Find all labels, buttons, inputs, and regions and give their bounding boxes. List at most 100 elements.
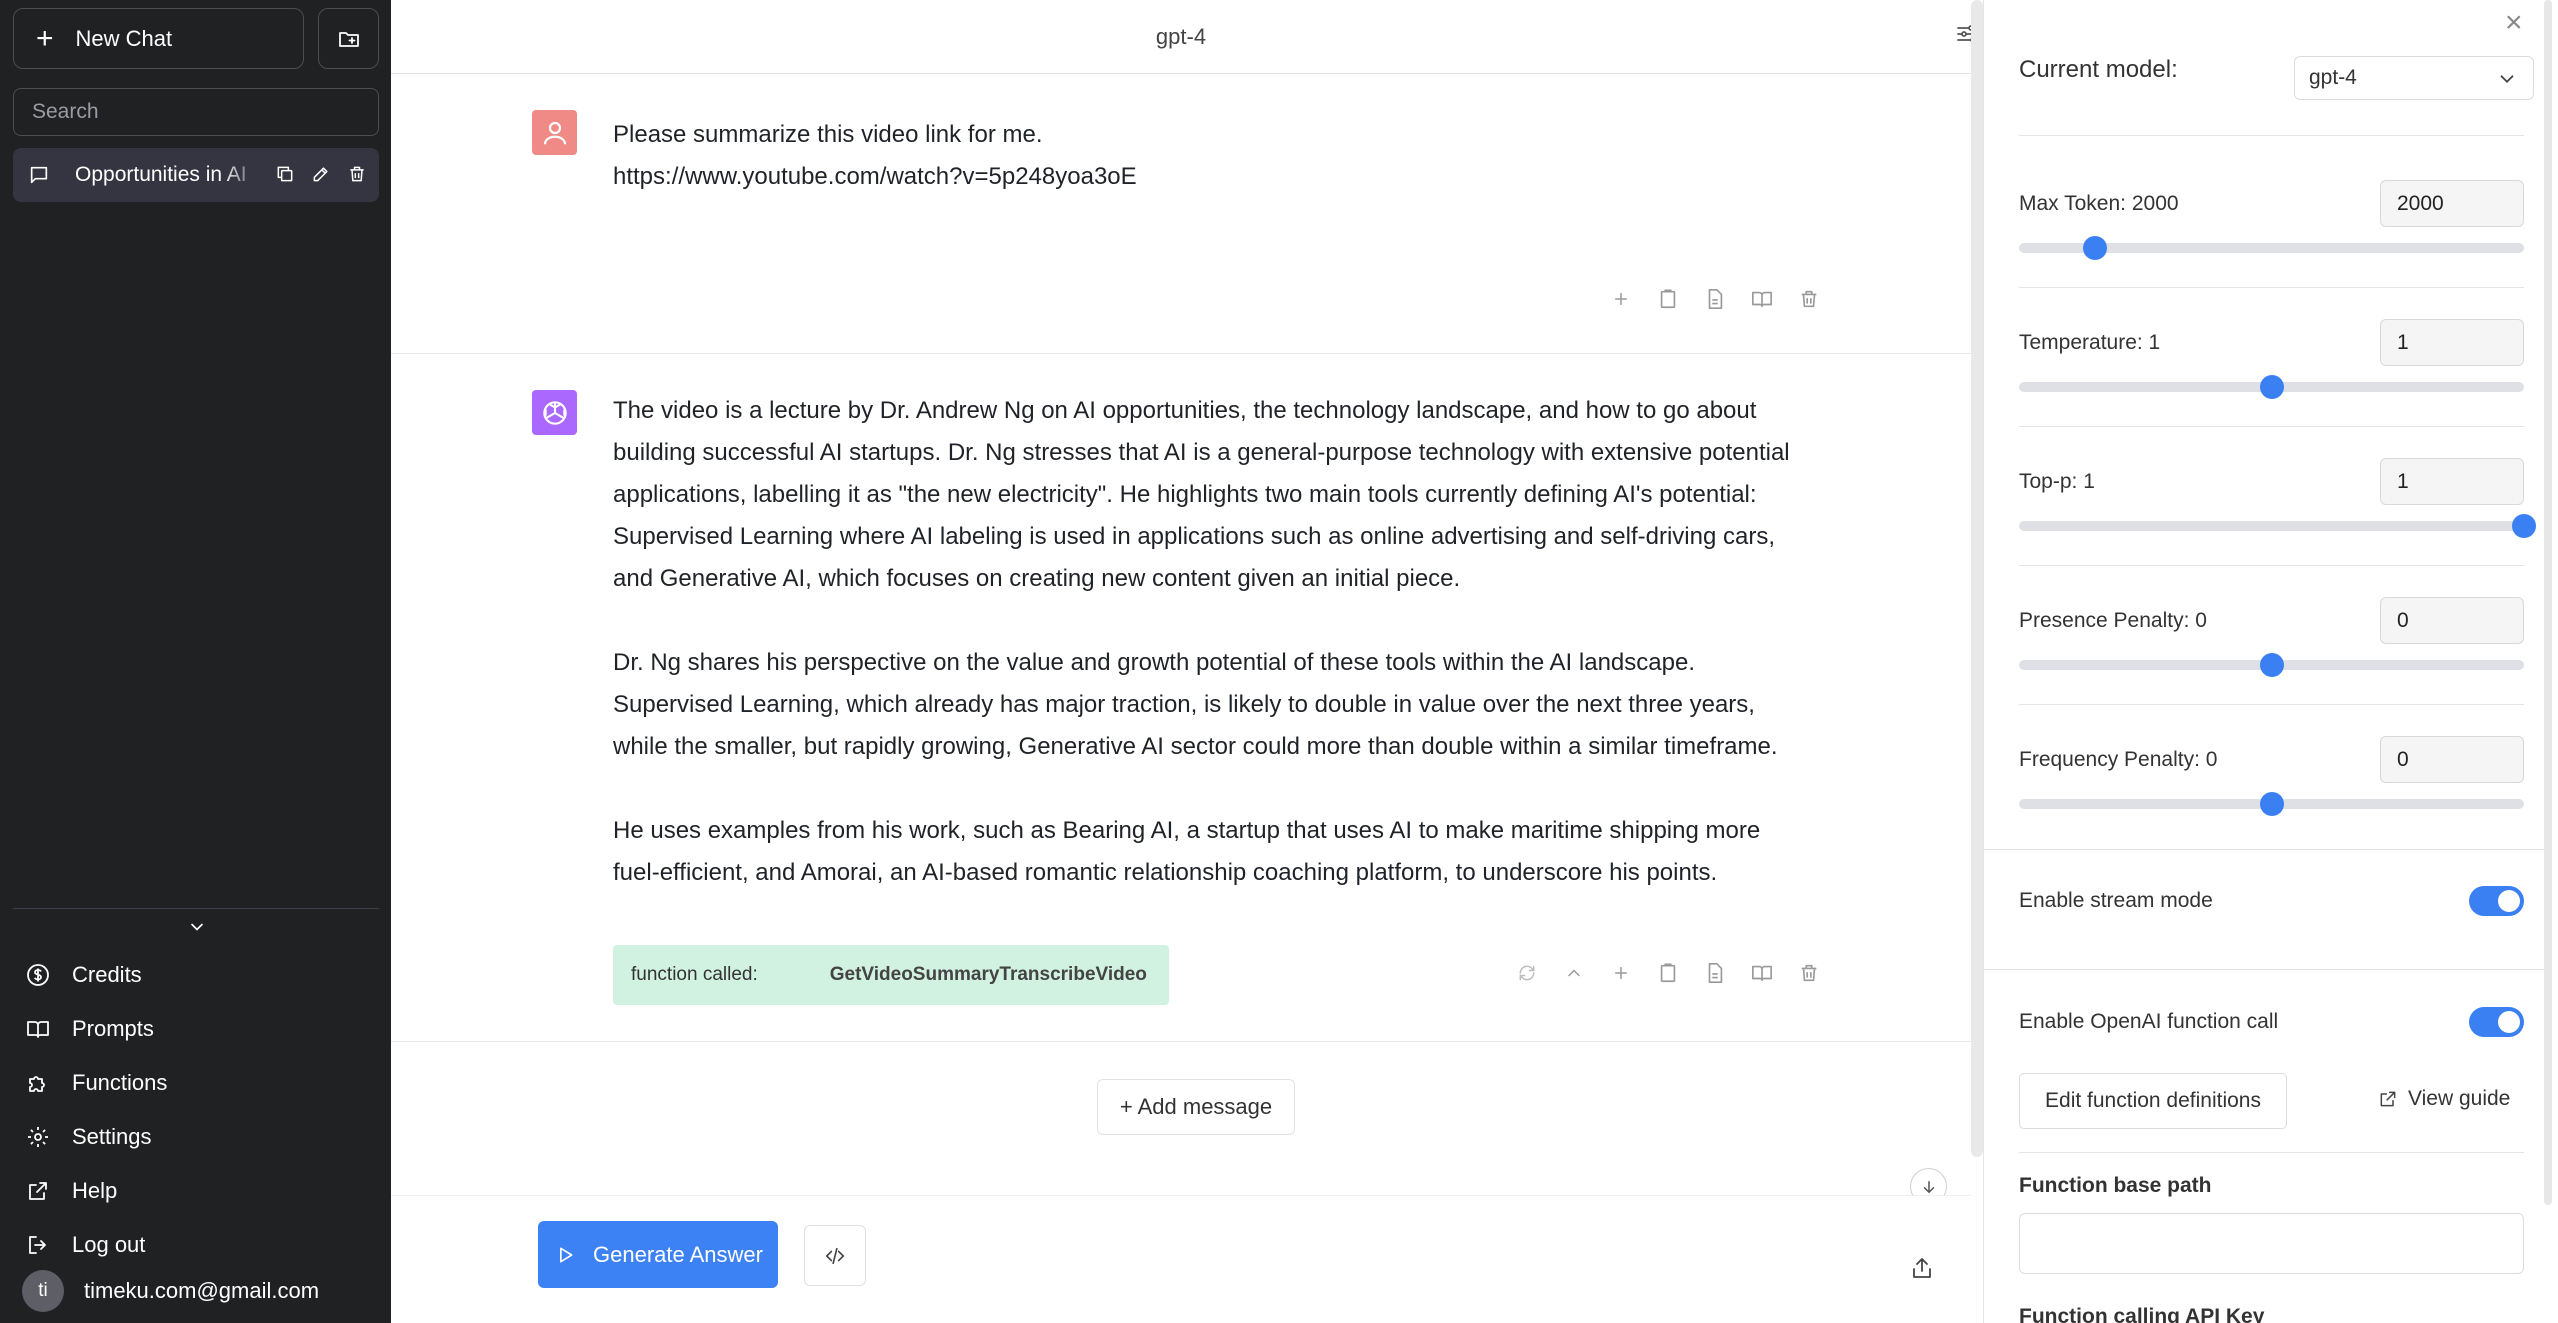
api-key-label: Function calling API Key — [2019, 1305, 2265, 1323]
max-token-slider[interactable] — [2019, 236, 2524, 260]
temperature-slider[interactable] — [2019, 375, 2524, 399]
chat-header: gpt-4 — [391, 0, 1977, 74]
presence-penalty-input[interactable]: 0 — [2380, 597, 2524, 644]
stream-mode-setting: Enable stream mode — [2019, 886, 2524, 916]
sidebar-item-help[interactable]: Help — [26, 1164, 376, 1218]
book-open-icon[interactable] — [1750, 287, 1774, 311]
trash-icon[interactable] — [1797, 961, 1821, 985]
clipboard-icon[interactable] — [1656, 961, 1680, 985]
search-input[interactable] — [13, 88, 379, 136]
add-message-button[interactable]: + Add message — [1097, 1079, 1295, 1135]
current-model-row: Current model: gpt-4 — [2019, 56, 2534, 100]
dollar-circle-icon — [26, 963, 50, 987]
sidebar-item-functions[interactable]: Functions — [26, 1056, 376, 1110]
param-label: Top-p: 1 — [2019, 470, 2095, 493]
sidebar-item-label: Log out — [72, 1232, 146, 1257]
file-icon[interactable] — [1703, 961, 1727, 985]
user-email: timeku.com@gmail.com — [84, 1278, 320, 1303]
message-actions — [1515, 961, 1821, 985]
temperature-input[interactable]: 1 — [2380, 319, 2524, 366]
sidebar-item-credits[interactable]: Credits — [26, 948, 376, 1002]
play-icon — [553, 1243, 577, 1267]
refresh-icon[interactable] — [1515, 961, 1539, 985]
sidebar-item-settings[interactable]: Settings — [26, 1110, 376, 1164]
toggle-knob — [2498, 890, 2520, 912]
model-select-value: gpt-4 — [2309, 66, 2357, 89]
assistant-message-text: The video is a lecture by Dr. Andrew Ng … — [613, 390, 1813, 894]
folder-plus-icon — [337, 27, 361, 51]
puzzle-icon — [26, 1071, 50, 1095]
function-base-path-input[interactable] — [2019, 1213, 2524, 1274]
param-label: Temperature: 1 — [2019, 331, 2161, 354]
presence-penalty-slider[interactable] — [2019, 653, 2524, 677]
user-message-text: Please summarize this video link for me.… — [613, 114, 1813, 198]
gear-icon — [26, 1125, 50, 1149]
divider — [2019, 1152, 2524, 1153]
new-chat-button[interactable]: + New Chat — [13, 8, 304, 69]
param-label: Max Token: 2000 — [2019, 192, 2179, 215]
copy-icon[interactable] — [273, 162, 297, 186]
trash-icon[interactable] — [1797, 287, 1821, 311]
divider — [1984, 969, 2544, 970]
function-base-path-label: Function base path — [2019, 1174, 2212, 1197]
sidebar-menu: Credits Prompts Functions Settings Help — [26, 948, 376, 1272]
chat-scrollbar[interactable] — [1971, 0, 1983, 1157]
chat-title: Opportunities in AI — [75, 163, 247, 186]
function-call-name: GetVideoSummaryTranscribeVideo — [829, 964, 1147, 985]
external-link-icon — [2376, 1087, 2400, 1111]
param-label: Presence Penalty: 0 — [2019, 609, 2207, 632]
panel-scrollbar[interactable] — [2544, 0, 2552, 1205]
chat-item[interactable]: Opportunities in AI — [13, 148, 379, 202]
function-call-toggle[interactable] — [2469, 1007, 2524, 1037]
file-icon[interactable] — [1703, 287, 1727, 311]
close-icon[interactable]: × — [2505, 6, 2523, 40]
new-folder-button[interactable] — [318, 8, 379, 69]
chevron-up-icon[interactable] — [1562, 961, 1586, 985]
sidebar-item-label: Prompts — [72, 1016, 154, 1041]
code-icon — [823, 1244, 847, 1268]
composer-bar: Generate Answer — [391, 1195, 1971, 1323]
message-line: Please summarize this video link for me. — [613, 121, 1043, 148]
model-select[interactable]: gpt-4 — [2294, 56, 2534, 100]
trash-icon[interactable] — [345, 162, 369, 186]
sidebar-item-label: Help — [72, 1178, 118, 1203]
sidebar-item-label: Functions — [72, 1070, 168, 1095]
book-open-icon[interactable] — [1750, 961, 1774, 985]
code-view-button[interactable] — [804, 1225, 866, 1286]
chat-area: gpt-4 Please summarize this video link f… — [391, 0, 1977, 1323]
chevron-down-icon[interactable] — [185, 915, 209, 939]
top-p-slider[interactable] — [2019, 514, 2536, 538]
slider-thumb[interactable] — [2512, 514, 2536, 538]
generate-answer-button[interactable]: Generate Answer — [538, 1221, 778, 1288]
edit-function-definitions-button[interactable]: Edit function definitions — [2019, 1073, 2287, 1129]
toggle-knob — [2498, 1011, 2520, 1033]
user-avatar — [532, 110, 577, 155]
slider-thumb[interactable] — [2082, 236, 2107, 260]
user-account[interactable]: ti timeku.com@gmail.com — [22, 1270, 319, 1312]
view-guide-link[interactable]: View guide — [2376, 1087, 2510, 1111]
plus-icon[interactable] — [1609, 287, 1633, 311]
plus-icon[interactable] — [1609, 961, 1633, 985]
sidebar-item-label: Settings — [72, 1124, 152, 1149]
slider-thumb[interactable] — [2259, 653, 2284, 677]
slider-thumb[interactable] — [2259, 375, 2284, 399]
frequency-penalty-input[interactable]: 0 — [2380, 736, 2524, 783]
user-message: Please summarize this video link for me.… — [391, 74, 1971, 354]
stream-mode-toggle[interactable] — [2469, 886, 2524, 916]
share-icon[interactable] — [1910, 1256, 1934, 1280]
clipboard-icon[interactable] — [1656, 287, 1680, 311]
divider — [2019, 704, 2524, 705]
frequency-penalty-slider[interactable] — [2019, 792, 2524, 816]
top-p-input[interactable]: 1 — [2380, 458, 2524, 505]
assistant-avatar — [532, 390, 577, 435]
max-token-input[interactable]: 2000 — [2380, 180, 2524, 227]
logout-icon — [26, 1233, 50, 1257]
slider-thumb[interactable] — [2259, 792, 2284, 816]
external-link-icon — [26, 1179, 50, 1203]
sidebar: + New Chat Opportunities in AI — [0, 0, 391, 1323]
edit-icon[interactable] — [309, 162, 333, 186]
divider — [1984, 849, 2544, 850]
sidebar-item-logout[interactable]: Log out — [26, 1218, 376, 1272]
sidebar-item-prompts[interactable]: Prompts — [26, 1002, 376, 1056]
model-title: gpt-4 — [1155, 23, 1207, 49]
